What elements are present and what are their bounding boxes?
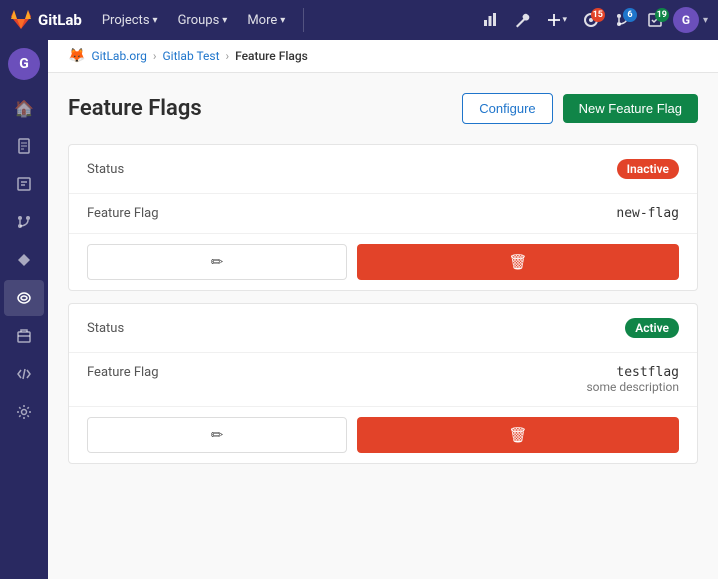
flag-name-value-0: new-flag — [616, 206, 679, 221]
edit-flag-button-1[interactable]: ✏ — [87, 417, 347, 453]
sidebar-item-repository[interactable] — [4, 128, 44, 164]
flag-card-0: Status Inactive Feature Flag new-flag ✏ … — [68, 144, 698, 291]
breadcrumb-sep-1: › — [153, 49, 157, 63]
gitlab-fox-icon: 🦊 — [68, 48, 85, 64]
nav-groups[interactable]: Groups ▾ — [170, 9, 236, 32]
gitlab-logo[interactable]: GitLab — [10, 9, 82, 31]
sidebar: G 🏠 — [0, 40, 48, 579]
header-actions: Configure New Feature Flag — [462, 93, 698, 124]
nav-projects[interactable]: Projects ▾ — [94, 9, 166, 32]
sidebar-item-mr[interactable] — [4, 204, 44, 240]
trash-icon: 🗑 — [508, 426, 527, 444]
main-content: 🦊 GitLab.org › Gitlab Test › Feature Fla… — [48, 40, 718, 579]
todo-icon-btn[interactable]: 19 — [641, 8, 669, 32]
flag-card-1: Status Active Feature Flag testflag some… — [68, 303, 698, 464]
sidebar-item-home[interactable]: 🏠 — [4, 90, 44, 126]
chevron-down-icon: ▾ — [153, 15, 158, 26]
breadcrumb-current: Feature Flags — [235, 49, 308, 63]
flag-name-label-0: Feature Flag — [87, 206, 159, 221]
chart-icon-btn[interactable] — [476, 8, 504, 32]
flag-name-value-1: testflag — [586, 365, 679, 380]
configure-button[interactable]: Configure — [462, 93, 552, 124]
flag-description-1: some description — [586, 380, 679, 394]
new-feature-flag-button[interactable]: New Feature Flag — [563, 94, 698, 123]
flag-status-row-0: Status Inactive — [69, 145, 697, 194]
flag-name-row-0: Feature Flag new-flag — [69, 194, 697, 234]
pencil-icon: ✏ — [211, 426, 224, 444]
delete-flag-button-0[interactable]: 🗑 — [357, 244, 679, 280]
main-layout: G 🏠 🦊 GitLab.org — [0, 40, 718, 579]
sidebar-item-cicd[interactable] — [4, 242, 44, 278]
delete-flag-button-1[interactable]: 🗑 — [357, 417, 679, 453]
sidebar-item-operations[interactable] — [4, 280, 44, 316]
edit-flag-button-0[interactable]: ✏ — [87, 244, 347, 280]
plus-icon-btn[interactable]: ▾ — [540, 8, 573, 32]
user-avatar[interactable]: G — [673, 7, 699, 33]
status-label-0: Status — [87, 162, 124, 177]
breadcrumb-project[interactable]: Gitlab Test — [163, 49, 220, 63]
topnav: GitLab Projects ▾ Groups ▾ More ▾ ▾ 15 6 — [0, 0, 718, 40]
breadcrumb-org[interactable]: GitLab.org — [91, 49, 146, 63]
page-content: Feature Flags Configure New Feature Flag… — [48, 73, 718, 496]
nav-divider — [303, 8, 304, 32]
page-title: Feature Flags — [68, 96, 202, 121]
flag-status-row-1: Status Active — [69, 304, 697, 353]
sidebar-item-issues[interactable] — [4, 166, 44, 202]
status-badge-1: Active — [625, 318, 679, 338]
breadcrumb-sep-2: › — [226, 49, 230, 63]
flag-actions-1: ✏ 🗑 — [69, 407, 697, 463]
sidebar-avatar[interactable]: G — [8, 48, 40, 80]
sidebar-item-snippets[interactable] — [4, 356, 44, 392]
flag-name-label-1: Feature Flag — [87, 365, 159, 380]
issues-badge: 15 — [591, 8, 605, 22]
status-label-1: Status — [87, 321, 124, 336]
breadcrumb: 🦊 GitLab.org › Gitlab Test › Feature Fla… — [48, 40, 718, 73]
sidebar-item-settings[interactable] — [4, 394, 44, 430]
chevron-down-icon: ▾ — [562, 15, 567, 25]
avatar-chevron-icon: ▾ — [703, 15, 708, 26]
page-header: Feature Flags Configure New Feature Flag — [68, 93, 698, 124]
chevron-down-icon: ▾ — [222, 15, 227, 26]
flag-actions-0: ✏ 🗑 — [69, 234, 697, 290]
nav-more[interactable]: More ▾ — [239, 9, 293, 32]
status-badge-0: Inactive — [617, 159, 679, 179]
chevron-down-icon: ▾ — [280, 15, 285, 26]
sidebar-item-packages[interactable] — [4, 318, 44, 354]
mr-badge: 6 — [623, 8, 637, 22]
trash-icon: 🗑 — [508, 253, 527, 271]
brand-name: GitLab — [38, 11, 82, 29]
wrench-icon-btn[interactable] — [508, 8, 536, 32]
issues-icon-btn[interactable]: 15 — [577, 8, 605, 32]
todo-badge: 19 — [655, 8, 669, 22]
mr-icon-btn[interactable]: 6 — [609, 8, 637, 32]
pencil-icon: ✏ — [211, 253, 224, 271]
flag-name-row-1: Feature Flag testflag some description — [69, 353, 697, 407]
topnav-right: ▾ 15 6 19 G ▾ — [476, 7, 708, 33]
